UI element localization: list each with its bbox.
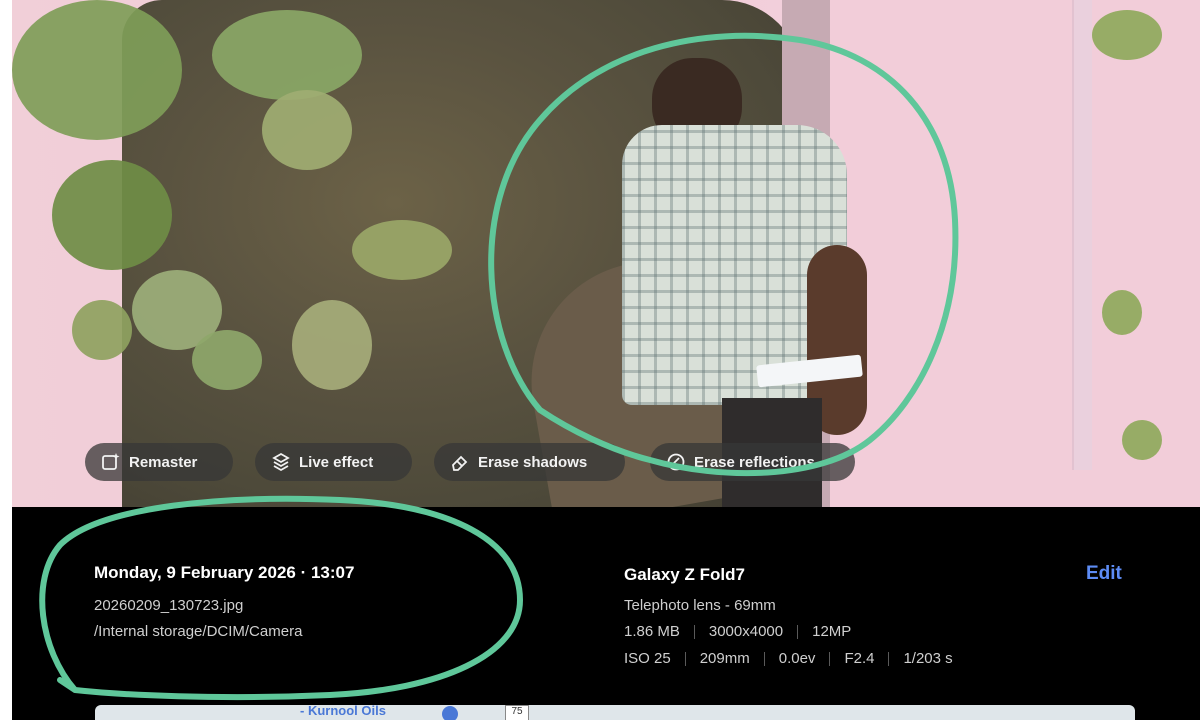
reflection-icon — [667, 453, 685, 471]
device-name: Galaxy Z Fold7 — [624, 565, 745, 584]
erase-reflections-label: Erase reflections — [694, 453, 815, 471]
erase-shadows-button[interactable]: Erase shadows — [434, 443, 625, 481]
remaster-icon — [102, 453, 120, 470]
leaf — [352, 220, 452, 280]
remaster-button[interactable]: Remaster — [85, 443, 233, 481]
separator — [693, 624, 695, 639]
location-map[interactable]: - Kurnool Oils 75 — [95, 705, 1135, 720]
exposure-row: ISO 25 209mm 0.0ev F2.4 1/203 s — [624, 650, 953, 667]
wall-pipe — [1072, 0, 1092, 470]
shutter-speed: 1/203 s — [903, 650, 953, 667]
live-effect-button[interactable]: Live effect — [255, 443, 412, 481]
leaf — [72, 300, 132, 360]
photo-preview[interactable] — [12, 0, 1200, 507]
remaster-label: Remaster — [129, 453, 198, 471]
exposure-value: 0.0ev — [778, 650, 816, 667]
leaf — [192, 330, 262, 390]
road-marker: 75 — [505, 705, 529, 720]
eraser-icon — [452, 455, 468, 471]
iso: ISO 25 — [624, 650, 671, 667]
separator — [829, 651, 831, 666]
capture-datetime: Monday, 9 February 2026 · 13:07 — [94, 563, 355, 582]
leaf — [212, 10, 362, 100]
edit-button[interactable]: Edit — [1086, 563, 1122, 585]
details-panel: Monday, 9 February 2026 · 13:07 20260209… — [12, 507, 1200, 720]
leaf — [262, 90, 352, 170]
live-effect-icon — [272, 452, 290, 472]
aperture: F2.4 — [844, 650, 875, 667]
separator — [888, 651, 890, 666]
megapixels: 12MP — [812, 623, 852, 640]
file-path[interactable]: /Internal storage/DCIM/Camera — [94, 623, 302, 640]
file-info-row: 1.86 MB 3000x4000 12MP — [624, 623, 851, 640]
leaf — [292, 300, 372, 390]
erase-reflections-button[interactable]: Erase reflections — [650, 443, 855, 481]
leaf — [1122, 420, 1162, 460]
focal-length: 209mm — [699, 650, 750, 667]
leaf — [12, 0, 182, 140]
live-effect-label: Live effect — [299, 453, 374, 471]
leaf — [52, 160, 172, 270]
leaf — [1092, 10, 1162, 60]
file-size: 1.86 MB — [624, 623, 680, 640]
separator — [684, 651, 686, 666]
map-pin-icon — [442, 706, 458, 720]
map-place-label: - Kurnool Oils — [300, 705, 386, 718]
leaf — [1102, 290, 1142, 335]
resolution: 3000x4000 — [708, 623, 784, 640]
erase-shadows-label: Erase shadows — [478, 453, 588, 471]
file-name: 20260209_130723.jpg — [94, 597, 244, 614]
separator — [763, 651, 765, 666]
separator — [797, 624, 799, 639]
lens-info: Telephoto lens - 69mm — [624, 597, 776, 614]
